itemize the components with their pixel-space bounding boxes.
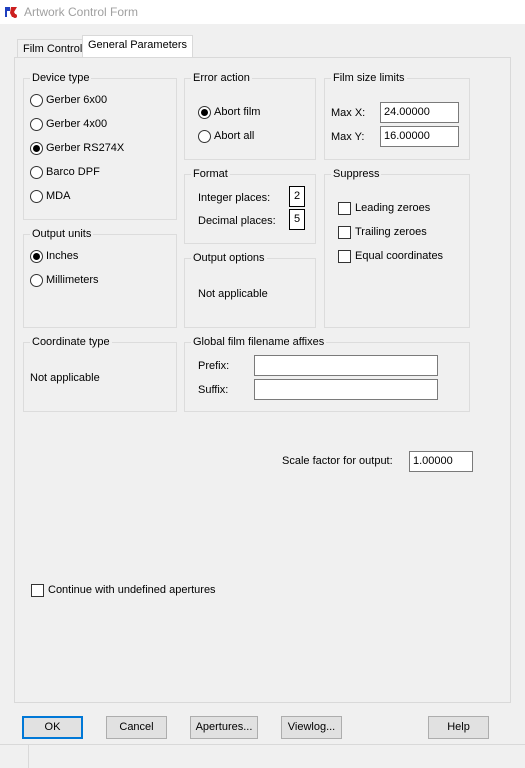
format-title: Format	[191, 168, 230, 181]
coordinate-type-text: Not applicable	[30, 372, 100, 384]
units-option-label: Millimeters	[46, 274, 99, 286]
status-divider	[28, 745, 29, 768]
equal-coordinates-checkbox[interactable]: Equal coordinates	[338, 249, 443, 263]
device-barco-dpf-radio[interactable]: Barco DPF	[30, 165, 100, 179]
tab-general-parameters[interactable]: General Parameters	[82, 35, 194, 57]
coordinate-type-title: Coordinate type	[30, 336, 112, 349]
max-y-input[interactable]: 16.00000	[380, 126, 459, 147]
device-option-label: Gerber 4x00	[46, 118, 108, 130]
app-logo-icon	[4, 5, 18, 19]
radio-indicator	[30, 165, 43, 179]
device-gerber-4x00-radio[interactable]: Gerber 4x00	[30, 117, 107, 131]
status-bar	[0, 744, 525, 768]
suppress-title: Suppress	[331, 168, 382, 181]
trailing-zeroes-checkbox[interactable]: Trailing zeroes	[338, 225, 427, 239]
output-options-title: Output options	[191, 252, 267, 265]
radio-indicator-checked	[30, 249, 43, 263]
radio-indicator	[30, 117, 43, 131]
suppress-option-label: Trailing zeroes	[355, 226, 427, 238]
device-option-label: Barco DPF	[46, 166, 100, 178]
help-button[interactable]: Help	[428, 716, 489, 739]
units-option-label: Inches	[46, 250, 79, 262]
window-title: Artwork Control Form	[24, 5, 139, 19]
suffix-label: Suffix:	[198, 384, 229, 396]
suppress-option-label: Leading zeroes	[355, 202, 431, 214]
checkbox-indicator	[338, 225, 351, 239]
device-gerber-rs274x-radio[interactable]: Gerber RS274X	[30, 141, 124, 155]
leading-zeroes-checkbox[interactable]: Leading zeroes	[338, 201, 430, 215]
abort-film-radio[interactable]: Abort film	[198, 105, 260, 119]
error-option-label: Abort film	[214, 106, 261, 118]
suppress-option-label: Equal coordinates	[355, 250, 444, 262]
abort-all-radio[interactable]: Abort all	[198, 129, 254, 143]
affixes-group: Global film filename affixes	[184, 336, 470, 412]
prefix-input[interactable]	[254, 355, 438, 376]
radio-indicator	[198, 129, 211, 143]
checkbox-indicator	[338, 249, 351, 263]
prefix-label: Prefix:	[198, 360, 230, 372]
error-action-group: Error action	[184, 72, 316, 160]
checkbox-indicator	[31, 583, 44, 597]
millimeters-radio[interactable]: Millimeters	[30, 273, 99, 287]
scale-factor-input[interactable]: 1.00000	[409, 451, 473, 472]
output-options-text: Not applicable	[198, 288, 268, 300]
device-gerber-6x00-radio[interactable]: Gerber 6x00	[30, 93, 107, 107]
apertures-button[interactable]: Apertures...	[190, 716, 258, 739]
device-option-label: MDA	[46, 190, 71, 202]
film-size-limits-title: Film size limits	[331, 72, 407, 85]
integer-places-field[interactable]: 2	[289, 186, 305, 207]
radio-indicator-checked	[30, 141, 43, 155]
output-units-title: Output units	[30, 228, 94, 241]
radio-indicator	[30, 273, 43, 287]
affixes-title: Global film filename affixes	[191, 336, 327, 349]
error-action-title: Error action	[191, 72, 252, 85]
suffix-input[interactable]	[254, 379, 438, 400]
inches-radio[interactable]: Inches	[30, 249, 78, 263]
max-x-label: Max X:	[331, 107, 366, 119]
max-x-input[interactable]: 24.00000	[380, 102, 459, 123]
checkbox-indicator	[338, 201, 351, 215]
integer-places-label: Integer places:	[198, 192, 271, 204]
device-type-title: Device type	[30, 72, 92, 85]
continue-undefined-apertures-checkbox[interactable]: Continue with undefined apertures	[31, 583, 216, 597]
decimal-places-field[interactable]: 5	[289, 209, 305, 230]
title-bar: Artwork Control Form	[0, 0, 525, 24]
radio-indicator	[30, 93, 43, 107]
error-option-label: Abort all	[214, 130, 255, 142]
max-y-label: Max Y:	[331, 131, 365, 143]
radio-indicator-checked	[198, 105, 211, 119]
scale-factor-label: Scale factor for output:	[282, 455, 393, 467]
ok-button[interactable]: OK	[22, 716, 83, 739]
tab-film-control[interactable]: Film Control	[17, 39, 89, 57]
cancel-button[interactable]: Cancel	[106, 716, 167, 739]
device-option-label: Gerber RS274X	[46, 142, 125, 154]
device-option-label: Gerber 6x00	[46, 94, 108, 106]
radio-indicator	[30, 189, 43, 203]
viewlog-button[interactable]: Viewlog...	[281, 716, 342, 739]
device-mda-radio[interactable]: MDA	[30, 189, 70, 203]
continue-undefined-label: Continue with undefined apertures	[48, 584, 216, 596]
decimal-places-label: Decimal places:	[198, 215, 276, 227]
